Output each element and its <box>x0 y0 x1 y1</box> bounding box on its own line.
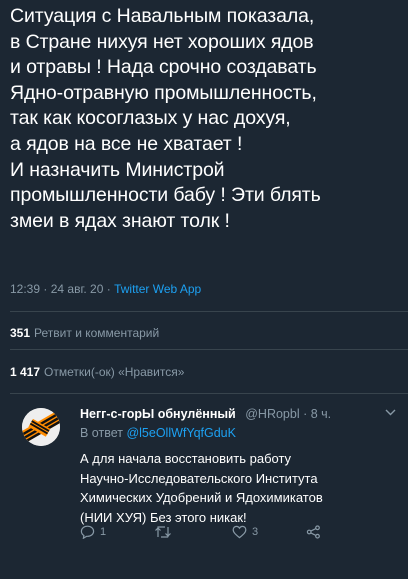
reply-mention-link[interactable]: @l5eOllWfYqfGduK <box>126 426 236 440</box>
reply-count: 1 <box>100 526 107 538</box>
tweet-line: И назначить Министрой <box>10 158 225 181</box>
tweet-app-link[interactable]: Twitter Web App <box>114 282 201 296</box>
likes-label: Отметки(-ок) «Нравится» <box>44 365 185 379</box>
divider <box>10 311 408 312</box>
retweet-icon <box>155 526 171 538</box>
reply-button[interactable]: 1 <box>80 525 106 539</box>
likes-count: 1 417 <box>10 365 41 379</box>
reply-actions: 1 3 <box>80 525 380 545</box>
reply-tweet[interactable]: Негг-с-горЫ обнулённый @HRopbl · 8 ч. В … <box>0 395 408 579</box>
tweet-time[interactable]: 12:39 <box>10 282 40 296</box>
chevron-down-icon[interactable] <box>385 407 396 419</box>
avatar[interactable] <box>22 408 60 446</box>
share-button[interactable] <box>306 525 321 539</box>
tweet-line: промышленности бабу ! Эти блять <box>10 184 321 207</box>
tweet-date[interactable]: 24 авг. 20 <box>51 282 104 296</box>
divider <box>10 349 408 350</box>
replying-to: В ответ @l5eOllWfYqfGduK <box>80 426 236 440</box>
retweet-button[interactable] <box>154 525 177 539</box>
retweets-stat[interactable]: 351 Ретвит и комментарий <box>10 326 159 340</box>
reply-author-name[interactable]: Негг-с-горЫ обнулённый <box>80 407 236 421</box>
tweet-line: а ядов на все не хватает ! <box>10 132 243 155</box>
retweets-label: Ретвит и комментарий <box>34 326 160 340</box>
reply-line: Химических Удобрений и Ядохимикатов <box>80 490 323 505</box>
share-icon <box>306 525 320 539</box>
reply-author-handle[interactable]: @HRopbl · 8 ч. <box>245 407 331 421</box>
tweet-line: змеи в ядах знают толк ! <box>10 209 230 232</box>
tweet-line: так как косоглазых у нас дохуя, <box>10 107 291 130</box>
tweet-line: в Стране нихуя нет хороших ядов <box>10 30 314 53</box>
tweet-meta: 12:39 · 24 авг. 20 · Twitter Web App <box>10 282 201 296</box>
likes-stat[interactable]: 1 417 Отметки(-ок) «Нравится» <box>10 365 184 379</box>
meta-separator: · <box>43 282 48 296</box>
like-button[interactable]: 3 <box>232 525 258 539</box>
like-count: 3 <box>252 526 259 538</box>
tweet-line: и отравы ! Нада срочно создавать <box>10 56 317 79</box>
like-icon <box>232 525 247 539</box>
divider <box>10 393 408 394</box>
st-george-ribbon-avatar-icon <box>22 408 60 446</box>
tweet-line: Ядно-отравную промышленность, <box>10 81 317 104</box>
reply-prefix: В ответ <box>80 426 123 440</box>
reply-line: А для начала восстановить работу <box>80 451 292 466</box>
retweets-count: 351 <box>10 326 31 340</box>
reply-text: А для начала восстановить работу Научно-… <box>80 449 400 527</box>
reply-header: Негг-с-горЫ обнулённый @HRopbl · 8 ч. <box>80 407 331 421</box>
tweet-line: Ситуация с Навальным показала, <box>10 5 315 27</box>
tweet-text: Ситуация с Навальным показала, в Стране … <box>10 4 402 234</box>
reply-line: Научно-Исследовательского Института <box>80 470 318 486</box>
meta-separator: · <box>106 282 111 296</box>
reply-icon <box>80 525 95 539</box>
